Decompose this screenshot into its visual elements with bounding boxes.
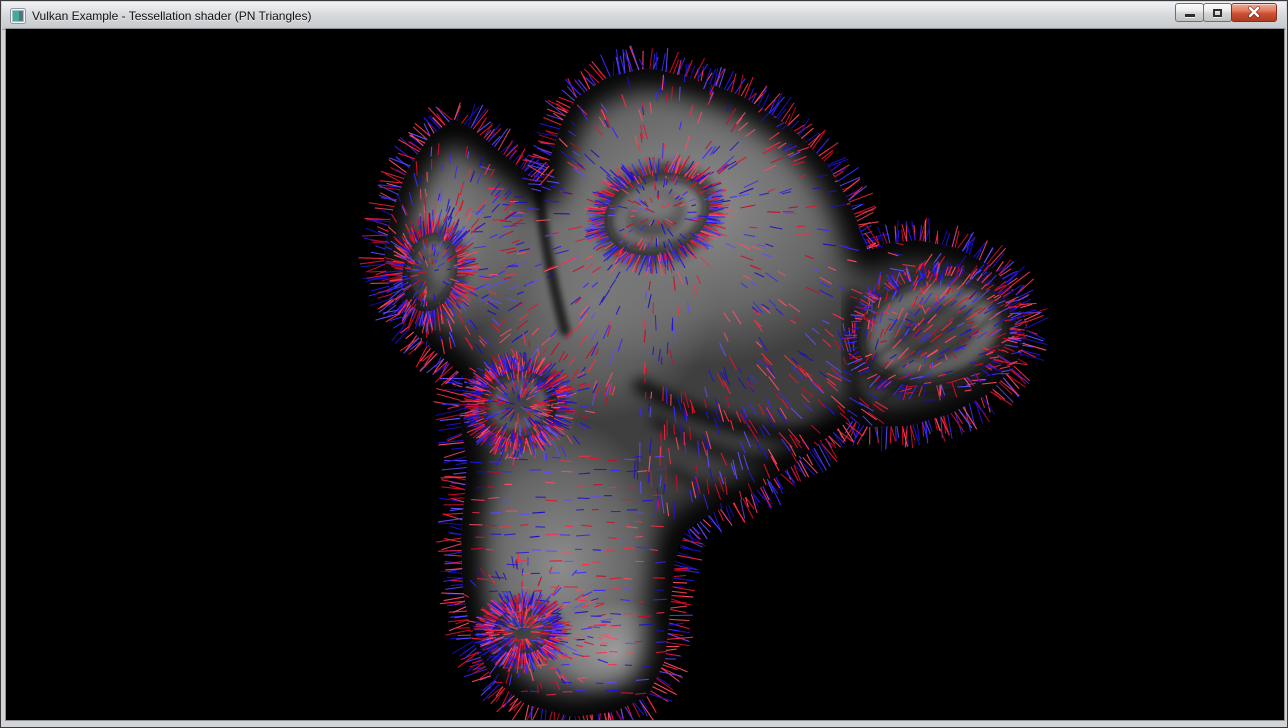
maximize-icon xyxy=(1213,9,1222,17)
render-viewport[interactable] xyxy=(6,29,1284,720)
close-icon xyxy=(1246,6,1262,19)
application-icon[interactable] xyxy=(10,8,26,24)
close-button[interactable] xyxy=(1231,3,1277,22)
minimize-icon xyxy=(1185,14,1195,17)
app-window: Vulkan Example - Tessellation shader (PN… xyxy=(0,0,1288,728)
window-controls xyxy=(1176,3,1277,22)
window-title: Vulkan Example - Tessellation shader (PN… xyxy=(32,9,311,23)
maximize-button[interactable] xyxy=(1203,3,1232,22)
tessellation-model-render xyxy=(6,29,1284,720)
title-bar[interactable]: Vulkan Example - Tessellation shader (PN… xyxy=(2,2,1286,30)
application-icon-glyph xyxy=(10,8,26,24)
minimize-button[interactable] xyxy=(1175,3,1204,22)
